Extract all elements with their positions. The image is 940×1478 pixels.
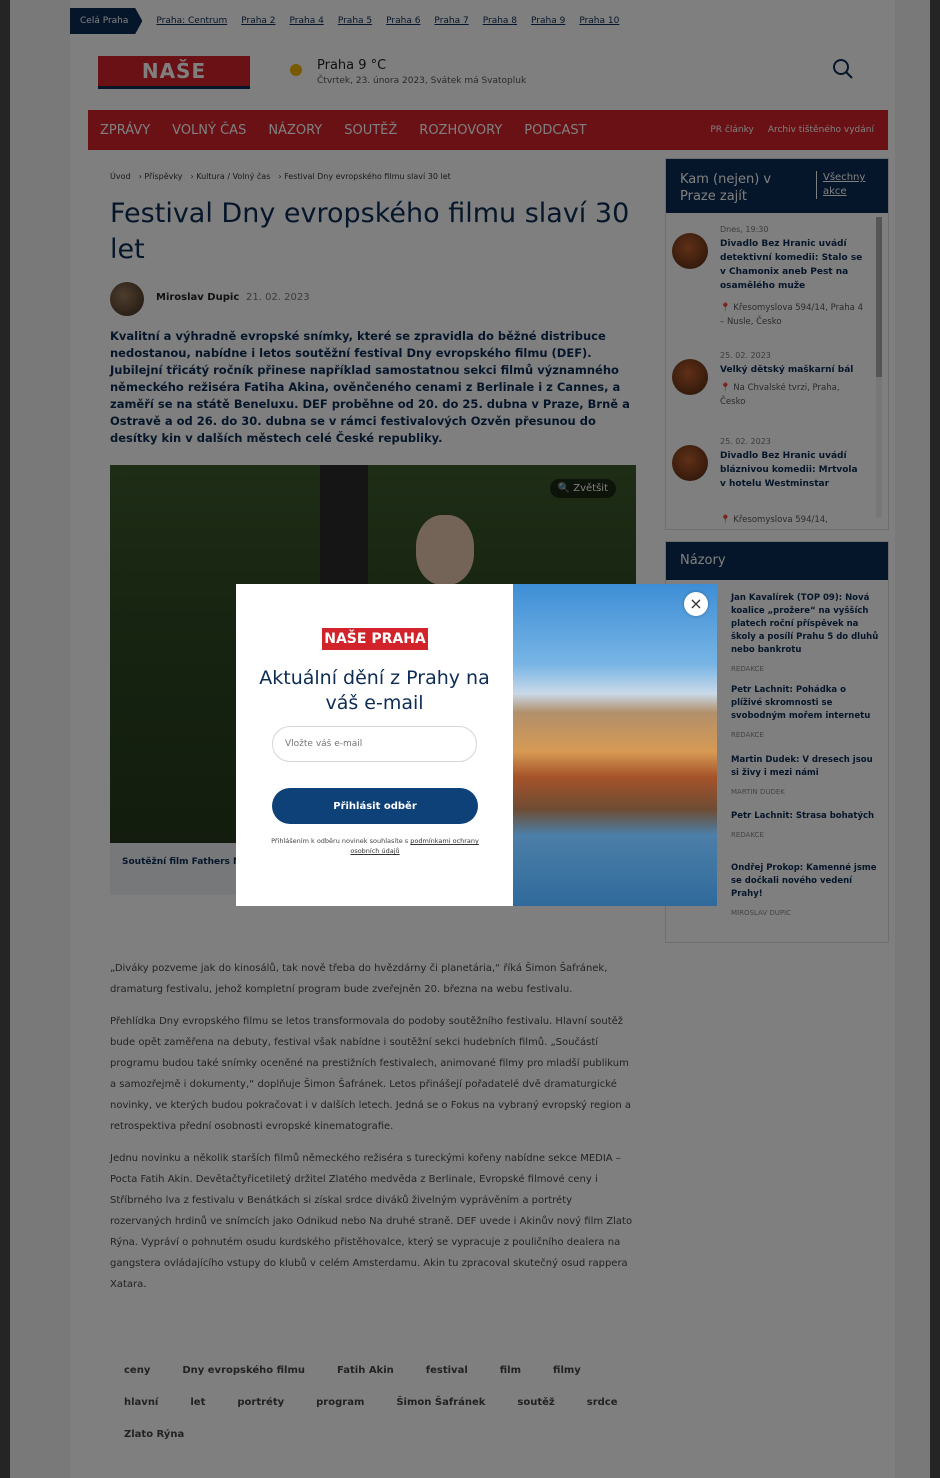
email-field[interactable] (272, 726, 477, 762)
modal-form-panel: NAŠE PRAHA Aktuální dění z Prahy na váš … (236, 584, 513, 906)
modal-prague-image (513, 584, 717, 906)
modal-logo: NAŠE PRAHA (322, 628, 428, 650)
subscribe-button[interactable]: Přihlásit odběr (272, 788, 478, 824)
modal-terms: Přihlášením k odběru novinek souhlasíte … (266, 836, 484, 856)
newsletter-modal: NAŠE PRAHA Aktuální dění z Prahy na váš … (236, 584, 717, 906)
modal-terms-text: Přihlášením k odběru novinek souhlasíte … (271, 837, 411, 845)
modal-heading: Aktuální dění z Prahy na váš e-mail (259, 667, 490, 714)
close-icon[interactable]: × (684, 592, 708, 616)
